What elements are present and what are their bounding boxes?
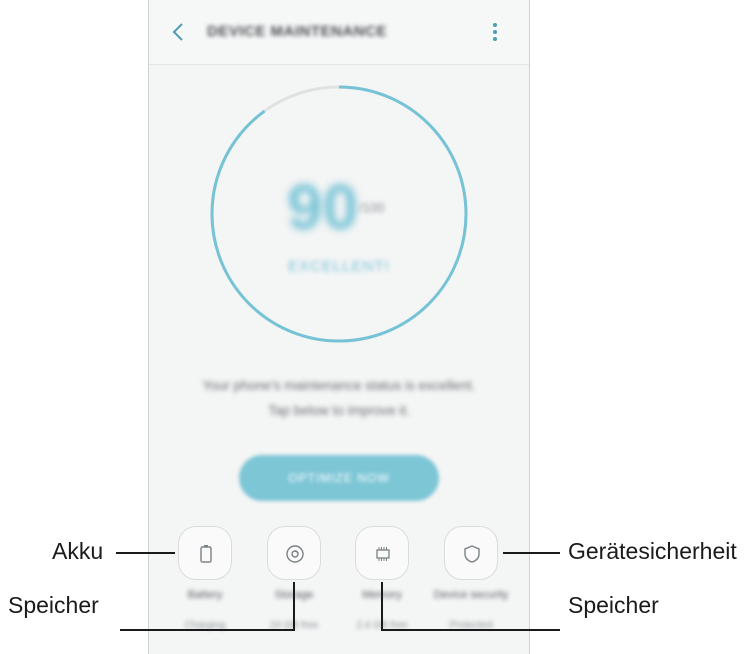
callout-leader-lines: [116, 552, 560, 631]
leader-storage: [120, 582, 295, 631]
leader-memory: [381, 582, 560, 631]
